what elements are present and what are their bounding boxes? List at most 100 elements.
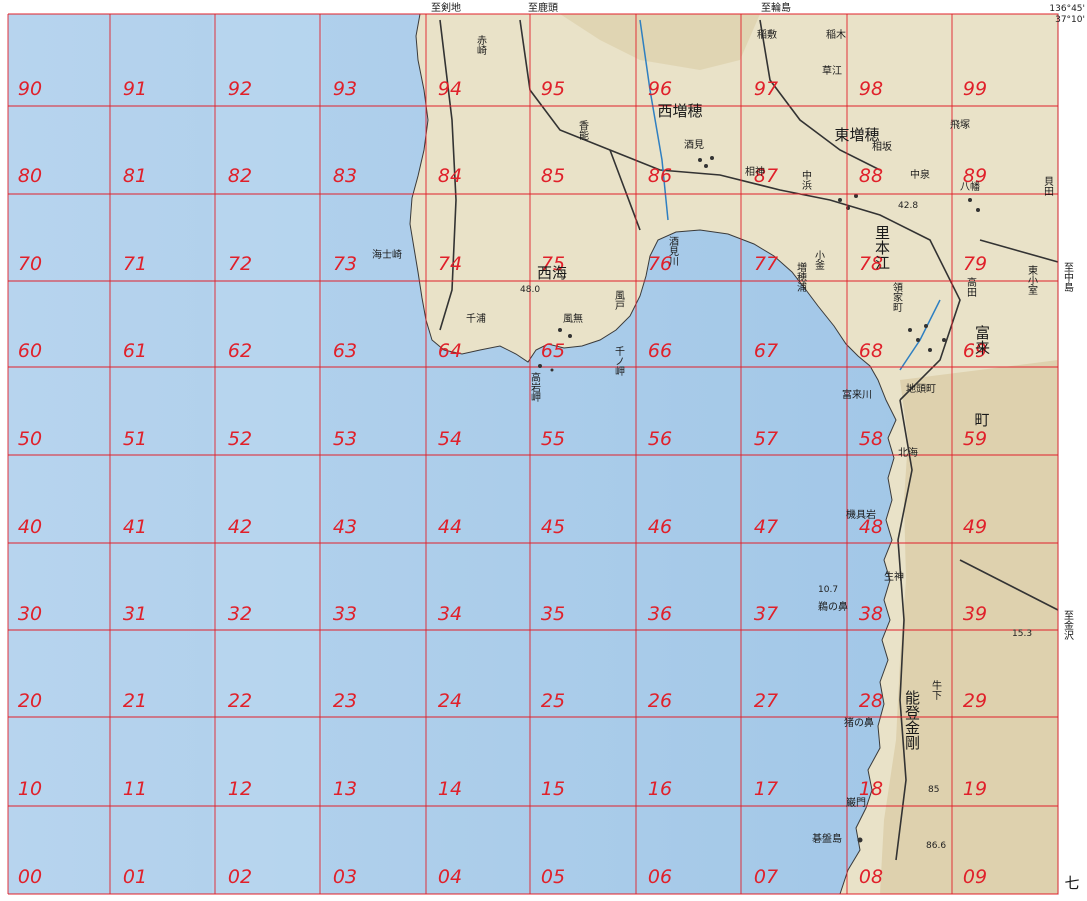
grid-label: 97 — [754, 78, 778, 100]
place-label: 猪の鼻 — [844, 716, 874, 729]
grid-label: 44 — [438, 516, 462, 538]
grid-label: 21 — [123, 690, 147, 712]
grid-label: 28 — [859, 690, 883, 712]
grid-label: 24 — [438, 690, 462, 712]
grid-label: 49 — [963, 516, 987, 538]
place-label: 千ノ岬 — [613, 346, 625, 377]
grid-label: 56 — [648, 428, 672, 450]
sheet-corner-mark: 七 — [1064, 874, 1079, 892]
direction-label-kenchi: 至剣地 — [431, 1, 461, 14]
grid-label: 91 — [123, 78, 147, 100]
grid-label: 16 — [648, 778, 672, 800]
grid-label: 77 — [754, 253, 778, 275]
grid-label: 94 — [438, 78, 462, 100]
grid-label: 52 — [228, 428, 252, 450]
grid-label: 43 — [333, 516, 357, 538]
grid-label: 54 — [438, 428, 462, 450]
place-label: 北海 — [898, 446, 918, 459]
place-label: 貝田 — [1042, 176, 1054, 196]
place-label: 草江 — [822, 65, 842, 77]
direction-label-nakajima: 至中島 — [1062, 262, 1074, 293]
place-label: 風戸 — [613, 290, 625, 311]
grid-label: 23 — [333, 690, 357, 712]
grid-label: 83 — [333, 165, 357, 187]
grid-label: 47 — [754, 516, 778, 538]
place-label: 中泉 — [910, 168, 930, 181]
grid-label: 45 — [541, 516, 565, 538]
grid-label: 58 — [859, 428, 883, 450]
grid-label: 42 — [228, 516, 252, 538]
place-label: 八幡 — [960, 180, 980, 193]
grid-label: 72 — [228, 253, 252, 275]
grid-label: 96 — [648, 78, 672, 100]
grid-label: 12 — [228, 778, 252, 800]
grid-label: 02 — [228, 866, 252, 888]
grid-label: 36 — [648, 603, 672, 625]
place-label: 香能 — [577, 120, 589, 141]
place-label-large: 富来 — [973, 324, 991, 355]
grid-label: 25 — [541, 690, 565, 712]
grid-label: 32 — [228, 603, 252, 625]
latitude-label: 37°10' — [1055, 15, 1085, 25]
elevation-label: 10.7 — [818, 585, 838, 595]
grid-label: 05 — [541, 866, 565, 888]
grid-label: 19 — [963, 778, 987, 800]
place-label: 高田 — [965, 276, 977, 297]
place-label: 酒見 — [684, 139, 704, 151]
place-label: 小釜 — [813, 250, 825, 270]
grid-label: 62 — [228, 340, 252, 362]
grid-label: 35 — [541, 603, 565, 625]
place-label: 飛塚 — [950, 119, 970, 131]
grid-label: 34 — [438, 603, 462, 625]
grid-label: 95 — [541, 78, 565, 100]
place-label: 海士崎 — [372, 248, 402, 261]
place-label: 中浜 — [800, 169, 812, 191]
elevation-label: 86.6 — [926, 841, 946, 851]
grid-label: 00 — [18, 866, 42, 888]
grid-label: 59 — [963, 428, 987, 450]
direction-label-wajima: 至輪島 — [761, 1, 791, 14]
grid-label: 15 — [541, 778, 565, 800]
grid-label: 86 — [648, 165, 672, 187]
grid-label: 46 — [648, 516, 672, 538]
grid-label: 55 — [541, 428, 565, 450]
grid-label: 67 — [754, 340, 778, 362]
place-label: 酒見川 — [667, 236, 679, 266]
place-label: 富来川 — [842, 388, 872, 401]
elevation-label: 15.3 — [1012, 629, 1032, 639]
place-label: 高岩岬 — [529, 371, 541, 403]
place-label: 千浦 — [466, 312, 486, 325]
grid-label: 04 — [438, 866, 462, 888]
grid-label: 08 — [859, 866, 883, 888]
grid-label: 07 — [754, 866, 778, 888]
place-label: 稲敷 — [757, 28, 777, 41]
grid-label: 09 — [963, 866, 987, 888]
place-label: 牛下 — [930, 679, 942, 701]
place-label: 増穂浦 — [795, 261, 807, 293]
place-label-large: 里本江 — [873, 225, 891, 270]
topographic-map: 90 91 92 93 94 95 96 97 98 99 80 81 82 8… — [0, 0, 1087, 901]
elevation-label: 48.0 — [520, 285, 540, 295]
grid-label: 50 — [18, 428, 42, 450]
grid-label: 38 — [859, 603, 883, 625]
place-label-large: 能登金剛 — [903, 690, 921, 751]
grid-label: 17 — [754, 778, 778, 800]
grid-label: 29 — [963, 690, 987, 712]
place-label-large: 西海 — [537, 264, 567, 282]
grid-label: 84 — [438, 165, 462, 187]
grid-label: 88 — [859, 165, 883, 187]
grid-label: 90 — [18, 78, 42, 100]
grid-label: 51 — [123, 428, 147, 450]
elevation-label: 85 — [928, 785, 939, 795]
grid-label: 61 — [123, 340, 147, 362]
grid-label: 01 — [123, 866, 147, 888]
grid-label: 63 — [333, 340, 357, 362]
grid-label: 37 — [754, 603, 778, 625]
grid-label: 74 — [438, 253, 462, 275]
place-label: 地頭町 — [906, 382, 936, 395]
grid-label: 82 — [228, 165, 252, 187]
place-label: 機具岩 — [846, 508, 876, 521]
place-label: 鵜の鼻 — [818, 600, 848, 613]
grid-label: 11 — [123, 778, 147, 800]
sea-light-band — [212, 14, 322, 894]
